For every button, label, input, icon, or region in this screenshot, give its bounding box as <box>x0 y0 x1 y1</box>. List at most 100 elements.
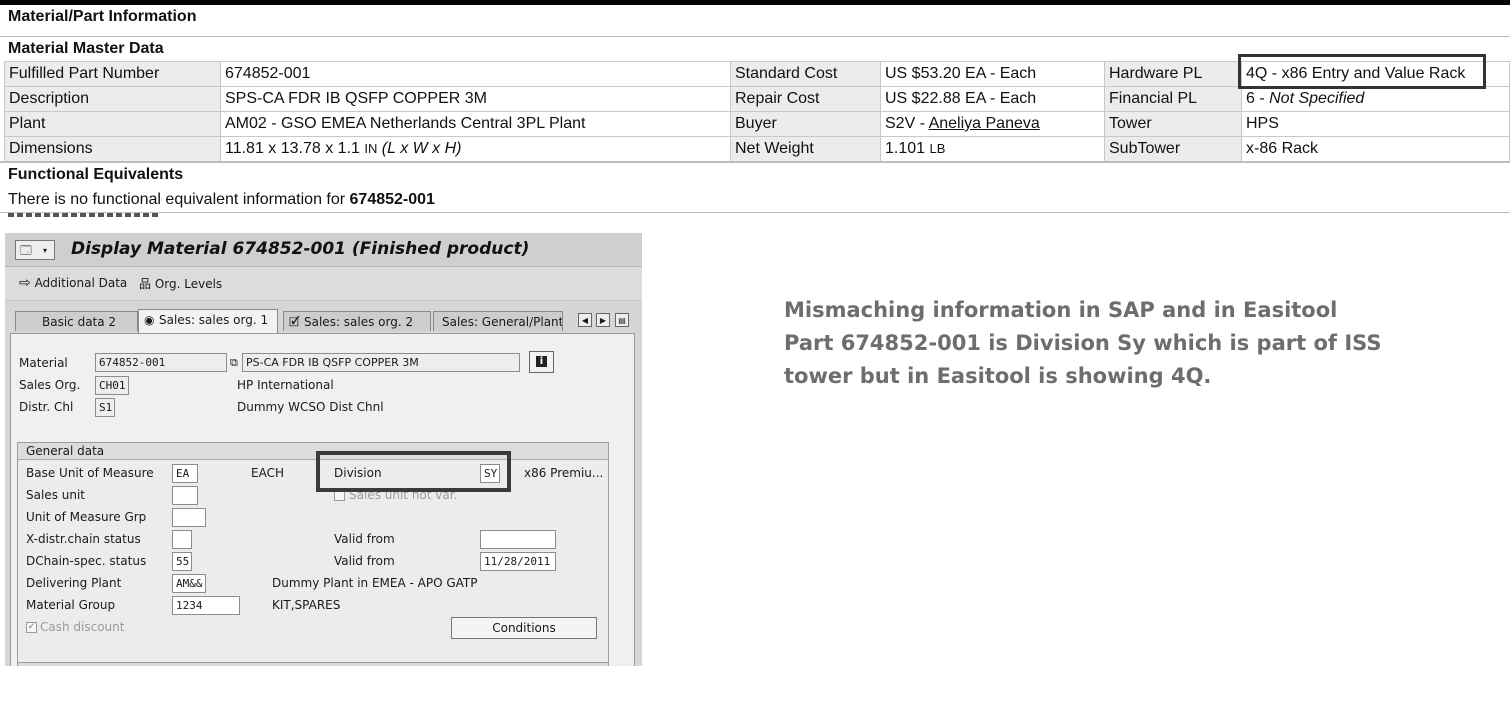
uom-grp-field[interactable] <box>172 508 206 527</box>
copy-icon[interactable]: ⧉ <box>230 356 238 370</box>
material-group-description: KIT,SPARES <box>272 598 341 612</box>
clipped-section-title <box>8 213 158 217</box>
tab-sales-org-2[interactable]: 🗹 Sales: sales org. 2 <box>283 311 431 331</box>
next-group-header <box>17 662 609 666</box>
table-cell-value: x-86 Rack <box>1241 136 1510 162</box>
sales-org-label: Sales Org. <box>19 378 81 392</box>
general-data-header: General data <box>18 443 608 460</box>
table-cell-value: S2V - Aneliya Paneva <box>880 111 1105 137</box>
financial-pl-name: Not Specified <box>1269 90 1365 107</box>
sales-unit-field[interactable] <box>172 486 198 505</box>
table-cell-value: HPS <box>1241 111 1510 137</box>
tab-list-icon[interactable]: ▤ <box>615 313 629 327</box>
functional-equivalents-text: There is no functional equivalent inform… <box>8 191 435 209</box>
chevron-down-icon: ▾ <box>43 246 48 255</box>
table-cell-value: 1.101 LB <box>880 136 1105 162</box>
table-cell-label: Plant <box>4 111 221 137</box>
tab-sales-general-plant[interactable]: Sales: General/Plant <box>433 311 563 331</box>
table-cell-value: 11.81 x 13.78 x 1.1 IN (L x W x H) <box>220 136 731 162</box>
annotation-line: Mismaching information in SAP and in Eas… <box>784 298 1338 322</box>
table-cell-label: SubTower <box>1104 136 1242 162</box>
org-levels-button[interactable]: 品 Org. Levels <box>139 275 222 292</box>
sap-tab-panel: Material 674852-001 ⧉ PS-CA FDR IB QSFP … <box>10 333 635 666</box>
material-group-field[interactable]: 1234 <box>172 596 240 615</box>
table-row: Plant AM02 - GSO EMEA Netherlands Centra… <box>4 111 1510 137</box>
valid-from-field[interactable] <box>480 530 556 549</box>
tab-basic-data-2[interactable]: Basic data 2 <box>15 311 138 331</box>
cash-discount-checkbox[interactable]: ✓ <box>26 622 37 633</box>
table-cell-label: Description <box>4 86 221 112</box>
material-label: Material <box>19 356 68 370</box>
tab-scroll-left-icon[interactable]: ◀ <box>578 313 592 327</box>
distr-chl-description: Dummy WCSO Dist Chnl <box>237 400 384 414</box>
table-cell-value: US $53.20 EA - Each <box>880 61 1105 87</box>
functional-equivalents-message: There is no functional equivalent inform… <box>8 191 350 208</box>
general-data-title: General data <box>26 444 105 458</box>
weight-unit: LB <box>929 141 946 156</box>
distr-chl-label: Distr. Chl <box>19 400 74 414</box>
annotation-line: Part 674852-001 is Division Sy which is … <box>784 331 1382 355</box>
cash-discount-label: Cash discount <box>40 620 125 634</box>
sap-title-bar: 🗔 ▾ Display Material 674852-001 (Finishe… <box>5 233 642 267</box>
division-description: x86 Premiu... <box>524 466 604 480</box>
section-divider <box>0 161 1510 163</box>
table-cell-value: US $22.88 EA - Each <box>880 86 1105 112</box>
delivering-plant-description: Dummy Plant in EMEA - APO GATP <box>272 576 478 590</box>
sap-toolbar: ⇨ Additional Data 品 Org. Levels <box>5 267 642 301</box>
delivering-plant-field[interactable]: AM&& <box>172 574 206 593</box>
financial-pl-code: 6 - <box>1246 90 1270 107</box>
additional-data-button[interactable]: ⇨ Additional Data <box>19 275 127 291</box>
table-cell-label: Net Weight <box>730 136 881 162</box>
tab-sales-org-1[interactable]: ◉ Sales: sales org. 1 <box>138 309 278 333</box>
hierarchy-icon: 品 <box>139 277 152 291</box>
info-icon[interactable]: i <box>529 351 554 373</box>
section-divider <box>0 36 1510 37</box>
additional-data-label: Additional Data <box>34 276 128 290</box>
dchain-status-label: DChain-spec. status <box>26 554 147 568</box>
sap-window: 🗔 ▾ Display Material 674852-001 (Finishe… <box>5 233 642 666</box>
xdistr-status-field[interactable] <box>172 530 192 549</box>
dchain-status-field[interactable]: 55 <box>172 552 192 571</box>
buyer-link[interactable]: Aneliya Paneva <box>929 115 1040 132</box>
highlight-box-division <box>316 451 511 492</box>
general-data-group: General data Base Unit of Measure EA EAC… <box>17 442 609 666</box>
table-cell-label: Hardware PL <box>1104 61 1242 87</box>
sales-unit-label: Sales unit <box>26 488 86 502</box>
table-cell-label: Dimensions <box>4 136 221 162</box>
sap-tab-strip: Basic data 2 ◉ Sales: sales org. 1 🗹 Sales… <box>5 307 642 333</box>
table-cell-value: 674852-001 <box>220 61 731 87</box>
material-description-field[interactable]: PS-CA FDR IB QSFP COPPER 3M <box>242 353 520 372</box>
weight-value: 1.101 <box>885 140 930 157</box>
table-cell-label: Tower <box>1104 111 1242 137</box>
sap-window-title: Display Material 674852-001 (Finished pr… <box>71 239 530 259</box>
top-bar <box>0 0 1510 5</box>
base-uom-field[interactable]: EA <box>172 464 198 483</box>
conditions-button[interactable]: Conditions <box>451 617 597 639</box>
sales-org-description: HP International <box>237 378 334 392</box>
distr-chl-field[interactable]: S1 <box>95 398 115 417</box>
material-master-title: Material Master Data <box>8 40 164 57</box>
sales-org-field[interactable]: CH01 <box>95 376 129 395</box>
table-cell-value: AM02 - GSO EMEA Netherlands Central 3PL … <box>220 111 731 137</box>
highlight-box-hardware-pl <box>1238 54 1486 89</box>
tab-scroll-right-icon[interactable]: ▶ <box>596 313 610 327</box>
table-row: Dimensions 11.81 x 13.78 x 1.1 IN (L x W… <box>4 136 1510 162</box>
table-cell-label: Repair Cost <box>730 86 881 112</box>
radio-selected-icon: ◉ <box>144 313 155 327</box>
checked-doc-icon: 🗹 <box>289 315 300 329</box>
table-cell-label: Buyer <box>730 111 881 137</box>
delivering-plant-label: Delivering Plant <box>26 576 122 590</box>
valid-from-label: Valid from <box>334 554 395 568</box>
annotation-line: tower but in Easitool is showing 4Q. <box>784 364 1212 388</box>
material-group-label: Material Group <box>26 598 116 612</box>
sap-system-menu-button[interactable]: 🗔 ▾ <box>15 240 55 260</box>
arrow-right-icon: ⇨ <box>19 275 31 291</box>
valid-from-field[interactable]: 11/28/2011 <box>480 552 556 571</box>
table-cell-label: Fulfilled Part Number <box>4 61 221 87</box>
base-uom-label: Base Unit of Measure <box>26 466 154 480</box>
valid-from-label: Valid from <box>334 532 395 546</box>
dimensions-order: (L x W x H) <box>377 140 462 157</box>
table-cell-value: SPS-CA FDR IB QSFP COPPER 3M <box>220 86 731 112</box>
material-field[interactable]: 674852-001 <box>95 353 227 372</box>
annotation-note: Mismaching information in SAP and in Eas… <box>784 294 1404 393</box>
